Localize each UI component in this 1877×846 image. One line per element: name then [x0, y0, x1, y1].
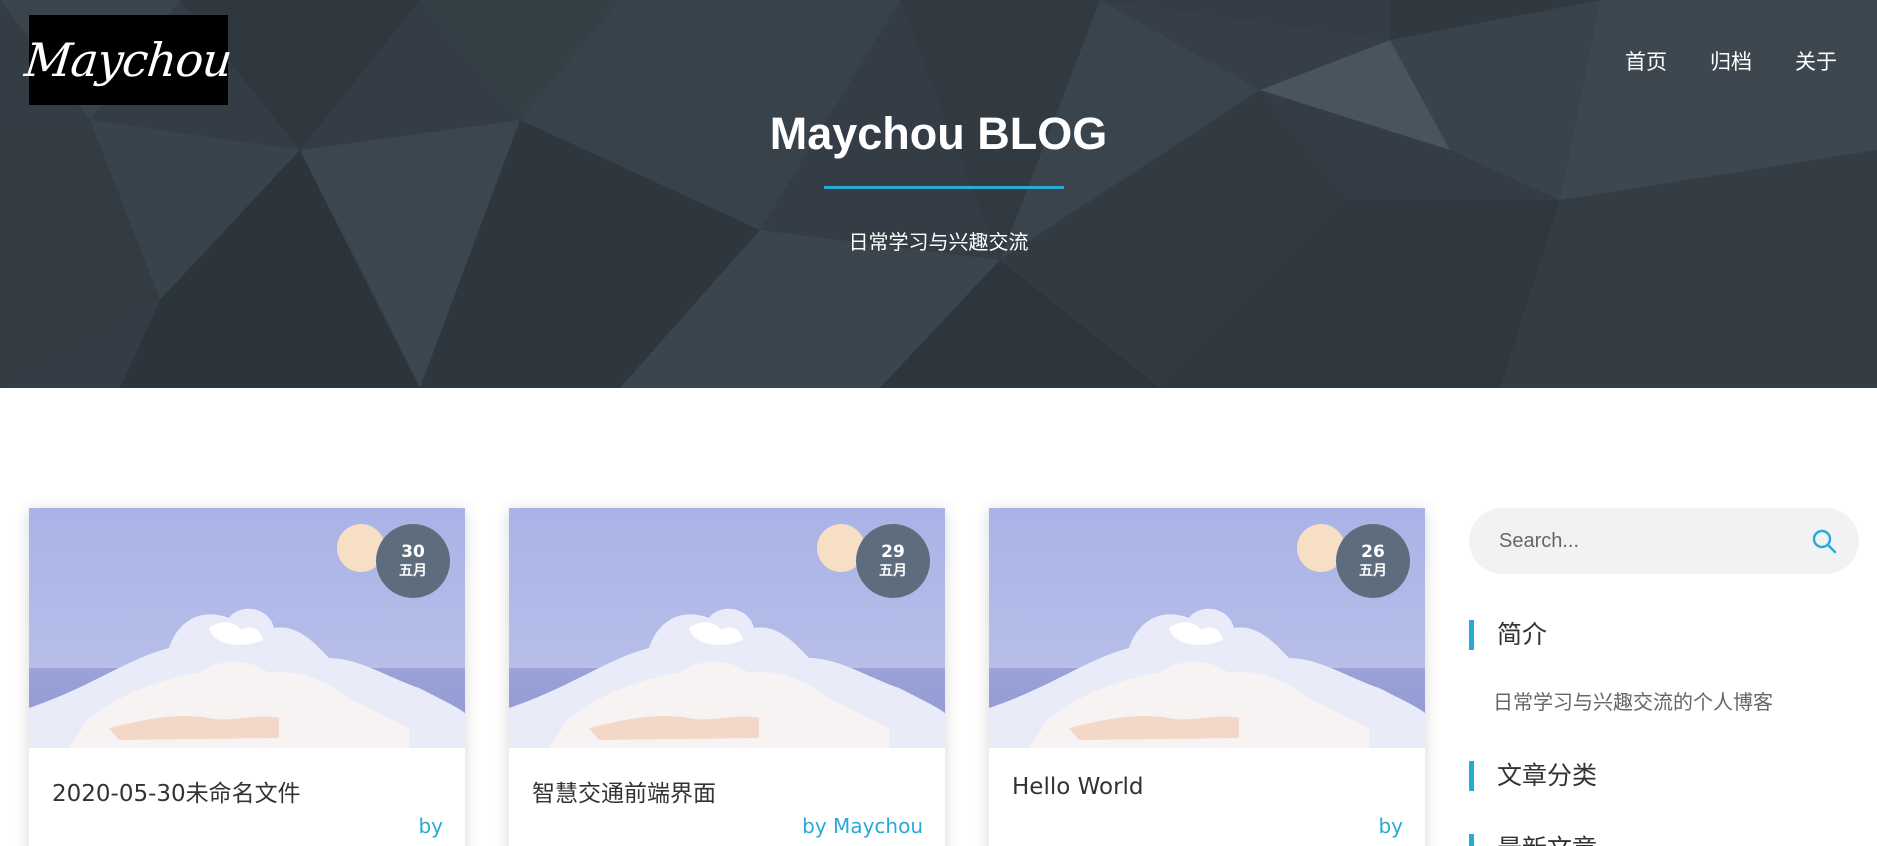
date-badge: 29 五月 [856, 524, 930, 598]
main-nav: 首页 归档 关于 [1625, 46, 1837, 76]
post-title[interactable]: 2020-05-30未命名文件 [52, 774, 301, 808]
recent-posts-widget-title: 最新文章 [1469, 834, 1597, 846]
nav-archive-link[interactable]: 归档 [1710, 46, 1752, 76]
date-day: 30 [401, 542, 425, 563]
date-month: 五月 [879, 562, 907, 579]
nav-home-link[interactable]: 首页 [1625, 46, 1667, 76]
post-author[interactable]: by Maychou [802, 814, 923, 838]
intro-widget-text: 日常学习与兴趣交流的个人博客 [1493, 690, 1773, 714]
search-icon[interactable] [1811, 528, 1837, 554]
date-day: 26 [1361, 542, 1385, 563]
hero-background-pattern [0, 0, 1877, 388]
site-logo[interactable]: Maychou [23, 15, 234, 105]
date-month: 五月 [399, 562, 427, 579]
post-title[interactable]: Hello World [1012, 774, 1144, 800]
nav-about-link[interactable]: 关于 [1795, 46, 1837, 76]
categories-widget-title: 文章分类 [1469, 761, 1597, 791]
date-month: 五月 [1359, 562, 1387, 579]
post-card[interactable]: 30 五月 2020-05-30未命名文件 by [29, 508, 465, 846]
site-title: Maychou BLOG [769, 108, 1108, 159]
intro-widget-title: 简介 [1469, 620, 1547, 650]
site-subtitle: 日常学习与兴趣交流 [848, 230, 1029, 254]
post-cover-image[interactable]: 29 五月 [509, 508, 945, 748]
title-underline [824, 186, 1064, 189]
date-badge: 26 五月 [1336, 524, 1410, 598]
post-card[interactable]: 26 五月 Hello World by [989, 508, 1425, 846]
date-day: 29 [881, 542, 905, 563]
post-cover-image[interactable]: 30 五月 [29, 508, 465, 748]
date-badge: 30 五月 [376, 524, 450, 598]
post-title[interactable]: 智慧交通前端界面 [532, 774, 716, 808]
post-author[interactable]: by [418, 814, 443, 838]
post-cover-image[interactable]: 26 五月 [989, 508, 1425, 748]
hero-banner: Maychou 首页 归档 关于 Maychou BLOG 日常学习与兴趣交流 [0, 0, 1877, 388]
logo-text: Maychou [22, 33, 235, 87]
search-input[interactable] [1499, 529, 1799, 553]
search-box [1469, 508, 1859, 574]
post-author[interactable]: by [1378, 814, 1403, 838]
post-card[interactable]: 29 五月 智慧交通前端界面 by Maychou [509, 508, 945, 846]
